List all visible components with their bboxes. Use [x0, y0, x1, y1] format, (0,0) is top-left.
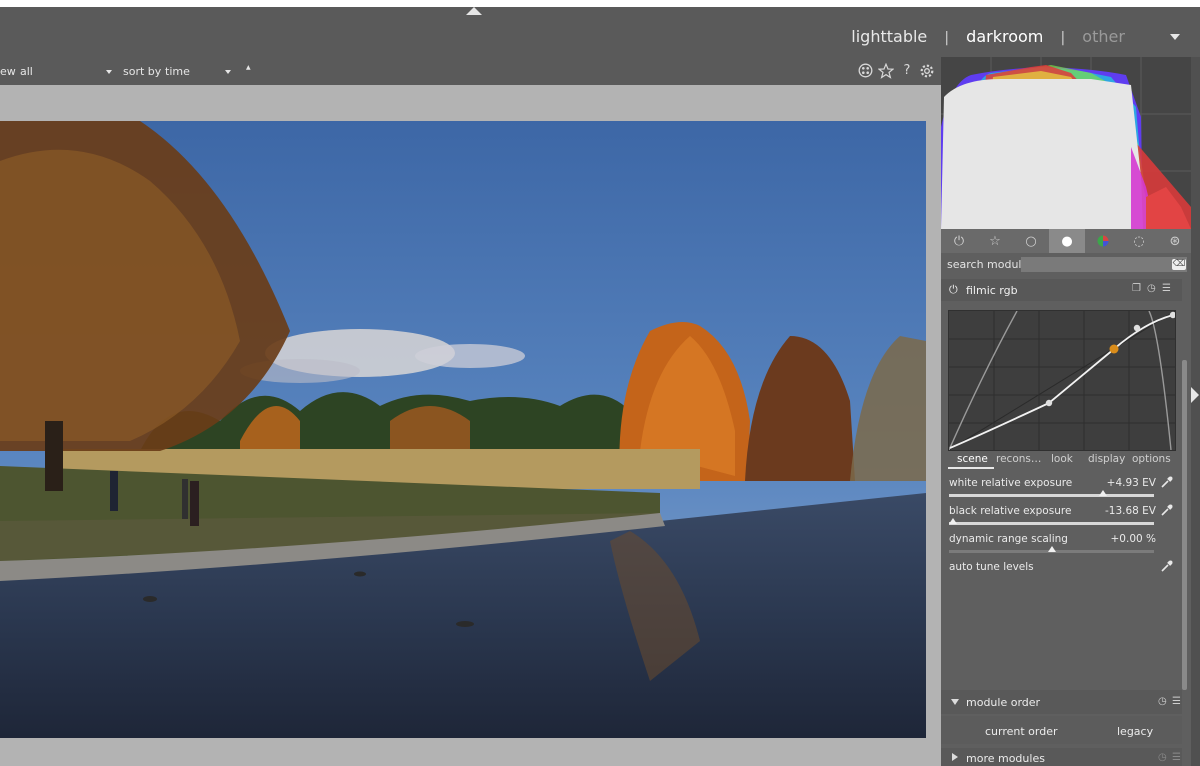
tone-modules-filled-circle-icon[interactable]: ●: [1049, 229, 1085, 253]
expand-chevron-right-icon[interactable]: [952, 753, 958, 761]
view-lighttable[interactable]: lighttable: [851, 27, 927, 46]
window-top-strip: [0, 0, 1200, 7]
sort-order-icon[interactable]: ▲: [246, 64, 251, 71]
star-icon[interactable]: [877, 62, 895, 79]
dynamic-range-scaling-value: +0.00 %: [1110, 533, 1157, 545]
more-modules-presets-icon[interactable]: ☰: [1172, 752, 1181, 763]
black-relative-exposure-knob[interactable]: [949, 518, 958, 524]
auto-tune-levels-label[interactable]: auto tune levels: [949, 561, 1034, 573]
sort-by-value[interactable]: time: [165, 65, 190, 78]
white-relative-exposure-value: +4.93 EV: [1106, 477, 1156, 489]
module-group-tabs: ⏻ ☆ ○ ● ◌ ⊛: [941, 229, 1191, 253]
black-exposure-picker-icon[interactable]: [1160, 503, 1174, 520]
view-filter-label: ew: [0, 65, 16, 78]
tab-display[interactable]: display: [1088, 453, 1125, 465]
black-relative-exposure-slider[interactable]: [949, 522, 1154, 525]
tab-reconstruct[interactable]: recons…: [996, 453, 1041, 465]
right-panel-scrollbar[interactable]: [1182, 360, 1187, 690]
gear-icon[interactable]: [919, 63, 935, 79]
landscape-photo[interactable]: [0, 121, 926, 738]
tab-scene[interactable]: scene: [957, 453, 988, 465]
white-exposure-picker-icon[interactable]: [1160, 475, 1174, 492]
dynamic-range-scaling-knob[interactable]: [1047, 546, 1056, 552]
sort-by-label: sort by: [123, 65, 162, 78]
multi-instance-icon[interactable]: ❐: [1132, 283, 1141, 294]
view-separator: |: [1060, 30, 1066, 46]
grouping-icon[interactable]: [857, 63, 873, 79]
search-module-label: search module: [947, 258, 1029, 271]
tab-look[interactable]: look: [1051, 453, 1073, 465]
views-menu-chevron-down-icon[interactable]: [1170, 34, 1180, 40]
right-panel-edge: [1191, 57, 1200, 766]
module-order-value[interactable]: legacy: [1117, 725, 1153, 738]
current-order-label: current order: [985, 725, 1058, 738]
presets-menu-icon[interactable]: ☰: [1162, 283, 1171, 294]
module-order-header[interactable]: module order ◷ ☰: [941, 690, 1182, 714]
active-modules-power-icon[interactable]: ⏻: [941, 229, 977, 253]
module-search-row: search module: [941, 254, 1191, 276]
module-power-icon[interactable]: ⏻: [949, 283, 958, 297]
view-filter-chevron-down-icon[interactable]: [106, 70, 112, 74]
filter-bar: ew all sort by time ▲ ?: [0, 57, 941, 85]
base-modules-circle-icon[interactable]: ○: [1013, 229, 1049, 253]
help-icon[interactable]: ?: [899, 63, 915, 79]
white-relative-exposure-slider[interactable]: [949, 494, 1154, 497]
white-relative-exposure-label: white relative exposure: [949, 477, 1073, 489]
module-order-reset-icon[interactable]: ◷: [1158, 696, 1167, 707]
view-filter-value[interactable]: all: [20, 65, 33, 78]
correct-modules-icon[interactable]: ◌: [1121, 229, 1157, 253]
more-modules-reset-icon[interactable]: ◷: [1158, 752, 1167, 763]
view-separator: |: [944, 30, 950, 46]
tab-options[interactable]: options: [1132, 453, 1171, 465]
dynamic-range-scaling-label: dynamic range scaling: [949, 533, 1068, 545]
filmic-rgb-header[interactable]: ⏻ filmic rgb ❐ ◷ ☰: [941, 279, 1182, 301]
white-relative-exposure-knob[interactable]: [1098, 490, 1107, 496]
more-modules-header[interactable]: more modules ◷ ☰: [941, 748, 1182, 766]
black-relative-exposure-label: black relative exposure: [949, 505, 1072, 517]
black-relative-exposure-value: -13.68 EV: [1104, 505, 1156, 517]
expand-chevron-down-icon[interactable]: [951, 699, 959, 705]
color-modules-icon[interactable]: [1085, 229, 1121, 253]
clear-search-icon[interactable]: ⌫: [1172, 259, 1186, 270]
module-order-presets-icon[interactable]: ☰: [1172, 696, 1181, 707]
module-title: filmic rgb: [966, 284, 1018, 297]
histogram[interactable]: [941, 57, 1191, 229]
collapse-right-panel-arrow-icon[interactable]: [1191, 387, 1199, 403]
view-darkroom[interactable]: darkroom: [966, 27, 1043, 46]
active-tab-indicator: [948, 467, 994, 469]
module-order-values: current order legacy: [941, 716, 1182, 744]
filmic-curve-graph[interactable]: [948, 310, 1176, 451]
reset-icon[interactable]: ◷: [1147, 283, 1156, 294]
favorite-modules-star-icon[interactable]: ☆: [977, 229, 1013, 253]
sort-by-chevron-down-icon[interactable]: [225, 70, 231, 74]
collapse-top-panel-arrow-icon[interactable]: [466, 7, 482, 15]
view-switcher: lighttable | darkroom | other: [851, 27, 1176, 46]
more-modules-title: more modules: [966, 752, 1045, 765]
view-other[interactable]: other: [1082, 27, 1125, 46]
search-module-input[interactable]: [1021, 257, 1187, 272]
auto-tune-picker-icon[interactable]: [1160, 559, 1174, 576]
module-order-title: module order: [966, 696, 1041, 709]
effect-modules-icon[interactable]: ⊛: [1157, 229, 1193, 253]
